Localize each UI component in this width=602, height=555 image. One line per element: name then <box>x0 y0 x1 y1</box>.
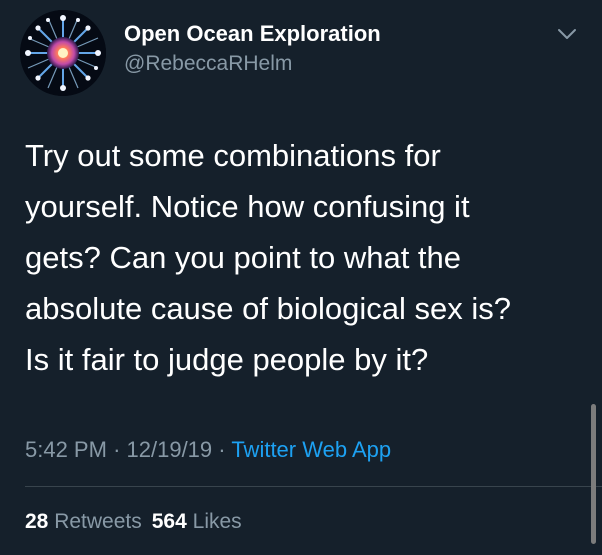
likes-count: 564 <box>151 510 187 533</box>
retweets-label: Retweets <box>54 510 142 533</box>
scrollbar-thumb[interactable] <box>591 404 596 544</box>
author-display-name[interactable]: Open Ocean Exploration <box>124 21 381 47</box>
tweet-text: Try out some combinations for yourself. … <box>25 138 511 377</box>
retweets-count: 28 <box>25 510 49 533</box>
tweet-card: Open Ocean Exploration @RebeccaRHelm Try… <box>0 0 602 555</box>
meta-separator: · <box>113 437 127 462</box>
retweets-stat[interactable]: 28 Retweets <box>25 510 142 533</box>
tweet-time[interactable]: 5:42 PM <box>25 437 107 462</box>
tweet-meta: 5:42 PM · 12/19/19 · Twitter Web App <box>25 437 391 463</box>
meta-separator: · <box>218 437 232 462</box>
tweet-stats: 28 Retweets 564 Likes <box>25 510 242 534</box>
likes-label: Likes <box>192 510 242 533</box>
likes-stat[interactable]: 564 Likes <box>152 510 242 533</box>
tweet-source-link[interactable]: Twitter Web App <box>231 437 391 462</box>
more-options-button[interactable] <box>554 24 580 44</box>
jellyfish-avatar-icon <box>20 10 106 96</box>
divider <box>25 486 602 487</box>
avatar[interactable] <box>20 10 106 96</box>
author-handle[interactable]: @RebeccaRHelm <box>124 52 292 76</box>
tweet-date[interactable]: 12/19/19 <box>127 437 213 462</box>
chevron-down-icon <box>558 29 576 39</box>
